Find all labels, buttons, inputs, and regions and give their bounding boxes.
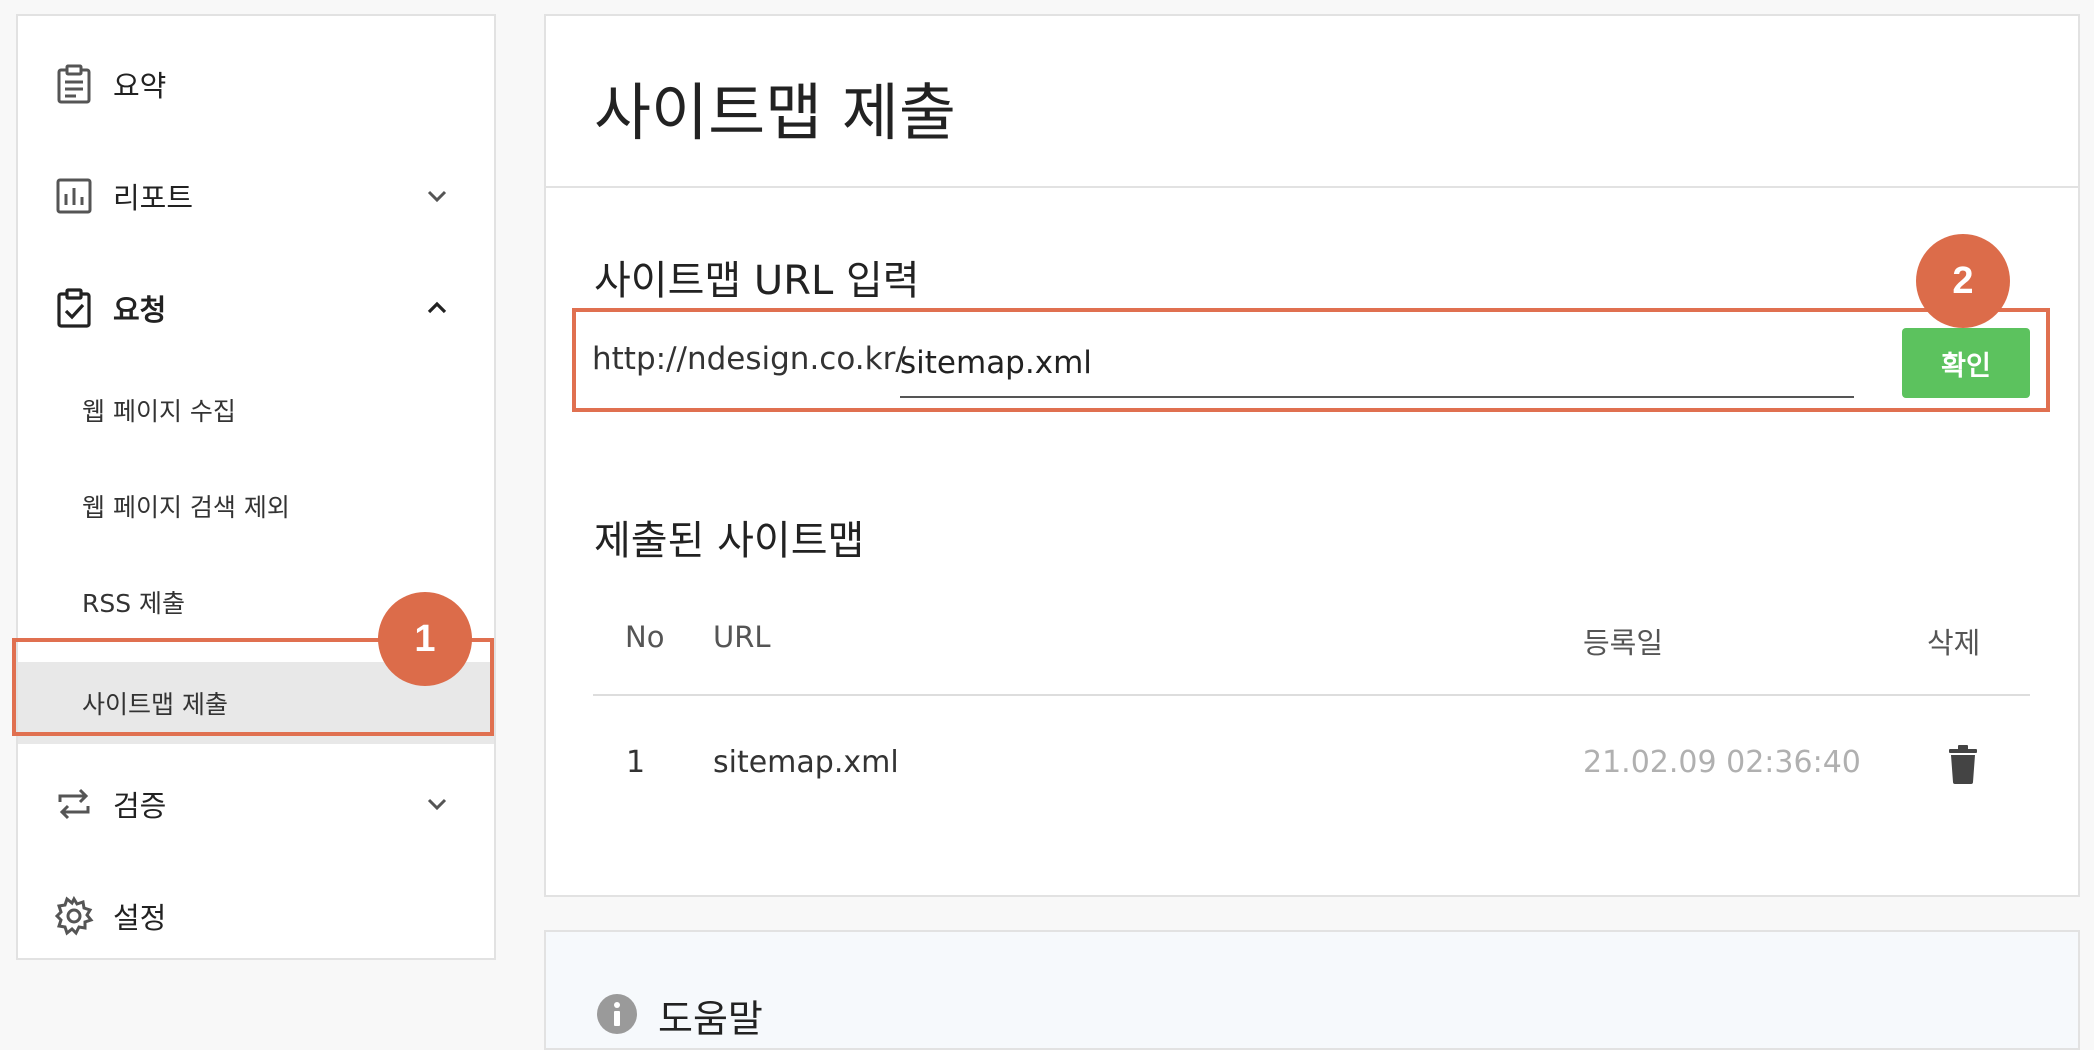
sidebar-item-verify[interactable]: 검증: [18, 768, 494, 840]
bar-chart-icon: [54, 176, 94, 216]
step-badge-2: 2: [1916, 234, 2010, 328]
table-divider: [593, 694, 2030, 696]
help-label: 도움말: [658, 997, 763, 1041]
gear-icon: [54, 896, 94, 936]
submitted-section-label: 제출된 사이트맵: [594, 518, 865, 564]
sidebar-subitem-label: 웹 페이지 검색 제외: [82, 493, 290, 522]
sitemap-url-input[interactable]: [900, 330, 1854, 398]
url-prefix: http://ndesign.co.kr/: [592, 341, 906, 377]
sidebar-item-summary[interactable]: 요약: [18, 48, 494, 120]
sidebar-subitem-label: RSS 제출: [82, 589, 186, 618]
confirm-button[interactable]: 확인: [1902, 328, 2030, 398]
chevron-down-icon[interactable]: [422, 181, 452, 211]
table-cell-date: 21.02.09 02:36:40: [1583, 745, 1861, 780]
step-badge-1: 1: [378, 592, 472, 686]
sidebar-item-label: 리포트: [113, 181, 194, 215]
sidebar-item-report[interactable]: 리포트: [18, 160, 494, 232]
chevron-down-icon[interactable]: [422, 789, 452, 819]
table-header-delete: 삭제: [1927, 626, 1981, 660]
sidebar-subitem-crawl[interactable]: 웹 페이지 수집: [18, 374, 494, 446]
help-panel: [544, 930, 2080, 1050]
sidebar-subitem-label: 웹 페이지 수집: [82, 397, 236, 426]
table-cell-url: sitemap.xml: [713, 745, 899, 780]
sidebar-item-label: 요청: [113, 293, 167, 327]
trash-icon[interactable]: [1947, 744, 1979, 784]
sidebar: 요약 리포트 요청 웹 페이지 수집 웹 페이지 검색 제외 RSS 제출 사이…: [16, 14, 496, 960]
clipboard-list-icon: [54, 64, 94, 104]
sidebar-subitem-exclude[interactable]: 웹 페이지 검색 제외: [18, 470, 494, 542]
table-cell-no: 1: [626, 745, 646, 780]
sidebar-item-label: 설정: [113, 901, 167, 935]
sidebar-item-label: 요약: [113, 69, 167, 103]
url-section-label: 사이트맵 URL 입력: [594, 258, 920, 304]
repeat-icon: [54, 784, 94, 824]
sidebar-item-request[interactable]: 요청: [18, 272, 494, 344]
info-icon: [596, 993, 638, 1035]
chevron-up-icon[interactable]: [422, 293, 452, 323]
sidebar-item-settings[interactable]: 설정: [18, 880, 494, 952]
table-header-url: URL: [713, 620, 771, 654]
page-title: 사이트맵 제출: [594, 76, 956, 149]
table-header-no: No: [625, 620, 665, 654]
table-header-date: 등록일: [1583, 626, 1664, 660]
sidebar-item-label: 검증: [113, 789, 167, 823]
clipboard-check-icon: [54, 288, 94, 328]
divider: [546, 186, 2078, 188]
